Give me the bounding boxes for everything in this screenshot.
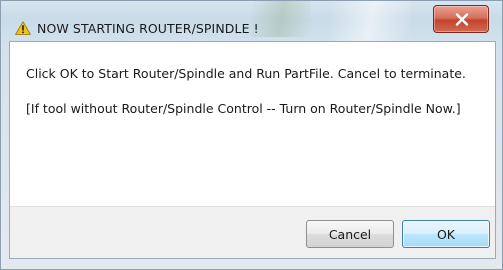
- close-button[interactable]: [433, 5, 489, 33]
- title-bar[interactable]: NOW STARTING ROUTER/SPINDLE !: [1, 1, 502, 41]
- warning-icon: [15, 20, 31, 35]
- dialog-window: NOW STARTING ROUTER/SPINDLE ! Click OK t…: [0, 0, 503, 270]
- button-row: Cancel OK: [10, 206, 495, 258]
- message-note: [If tool without Router/Spindle Control …: [26, 101, 461, 116]
- close-icon: [455, 13, 469, 26]
- dialog-title: NOW STARTING ROUTER/SPINDLE !: [37, 21, 259, 36]
- ok-button[interactable]: OK: [402, 220, 490, 248]
- cancel-button[interactable]: Cancel: [306, 220, 394, 248]
- message-area: Click OK to Start Router/Spindle and Run…: [26, 64, 476, 134]
- message-instruction: Click OK to Start Router/Spindle and Run…: [26, 66, 466, 81]
- dialog-content: Click OK to Start Router/Spindle and Run…: [9, 41, 496, 259]
